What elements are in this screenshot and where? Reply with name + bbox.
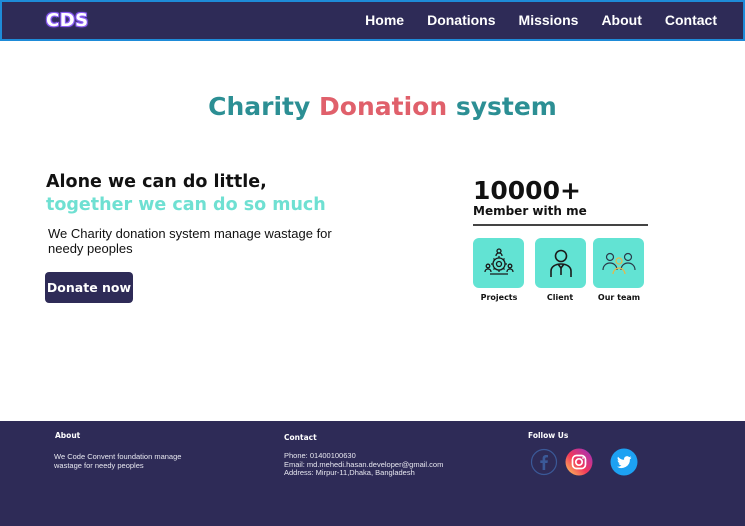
gear-people-icon	[483, 248, 514, 275]
divider	[473, 224, 648, 226]
nav-about[interactable]: About	[601, 12, 641, 28]
tagline-line-2: together we can do so much	[46, 195, 326, 215]
team-icon	[601, 252, 636, 275]
footer-phone: Phone: 01400100630	[284, 451, 356, 460]
twitter-icon[interactable]	[610, 448, 638, 476]
member-count-label: Member with me	[473, 204, 587, 218]
main-nav: Home Donations Missions About Contact	[342, 12, 717, 28]
footer-about-text: We Code Convent foundation manage wastag…	[54, 452, 182, 470]
tagline-line-1: Alone we can do little,	[46, 172, 267, 192]
title-word-charity: Charity	[208, 92, 311, 121]
our-team-card[interactable]	[593, 238, 644, 288]
title-word-system: system	[455, 92, 557, 121]
member-count: 10000+	[473, 176, 581, 205]
logo[interactable]: CDS	[46, 10, 89, 31]
our-team-label: Our team	[597, 293, 641, 302]
nav-home[interactable]: Home	[365, 12, 404, 28]
nav-donations[interactable]: Donations	[427, 12, 495, 28]
person-icon	[549, 249, 572, 277]
projects-label: Projects	[480, 293, 518, 302]
navbar: CDS Home Donations Missions About Contac…	[0, 0, 745, 41]
footer-follow-heading: Follow Us	[528, 431, 569, 440]
facebook-icon[interactable]	[530, 448, 558, 476]
footer-contact-heading: Contact	[284, 433, 317, 442]
client-card[interactable]	[535, 238, 586, 288]
page-title: Charity Donation system	[0, 92, 745, 121]
intro-description: We Charity donation system manage wastag…	[48, 226, 332, 256]
footer-address: Address: Mirpur-11,Dhaka, Bangladesh	[284, 468, 415, 477]
title-word-donation: Donation	[319, 92, 448, 121]
projects-card[interactable]	[473, 238, 524, 288]
footer-about-heading: About	[55, 431, 81, 440]
nav-contact[interactable]: Contact	[665, 12, 717, 28]
donate-now-button[interactable]: Donate now	[45, 272, 133, 303]
nav-missions[interactable]: Missions	[519, 12, 579, 28]
instagram-icon[interactable]	[565, 448, 593, 476]
